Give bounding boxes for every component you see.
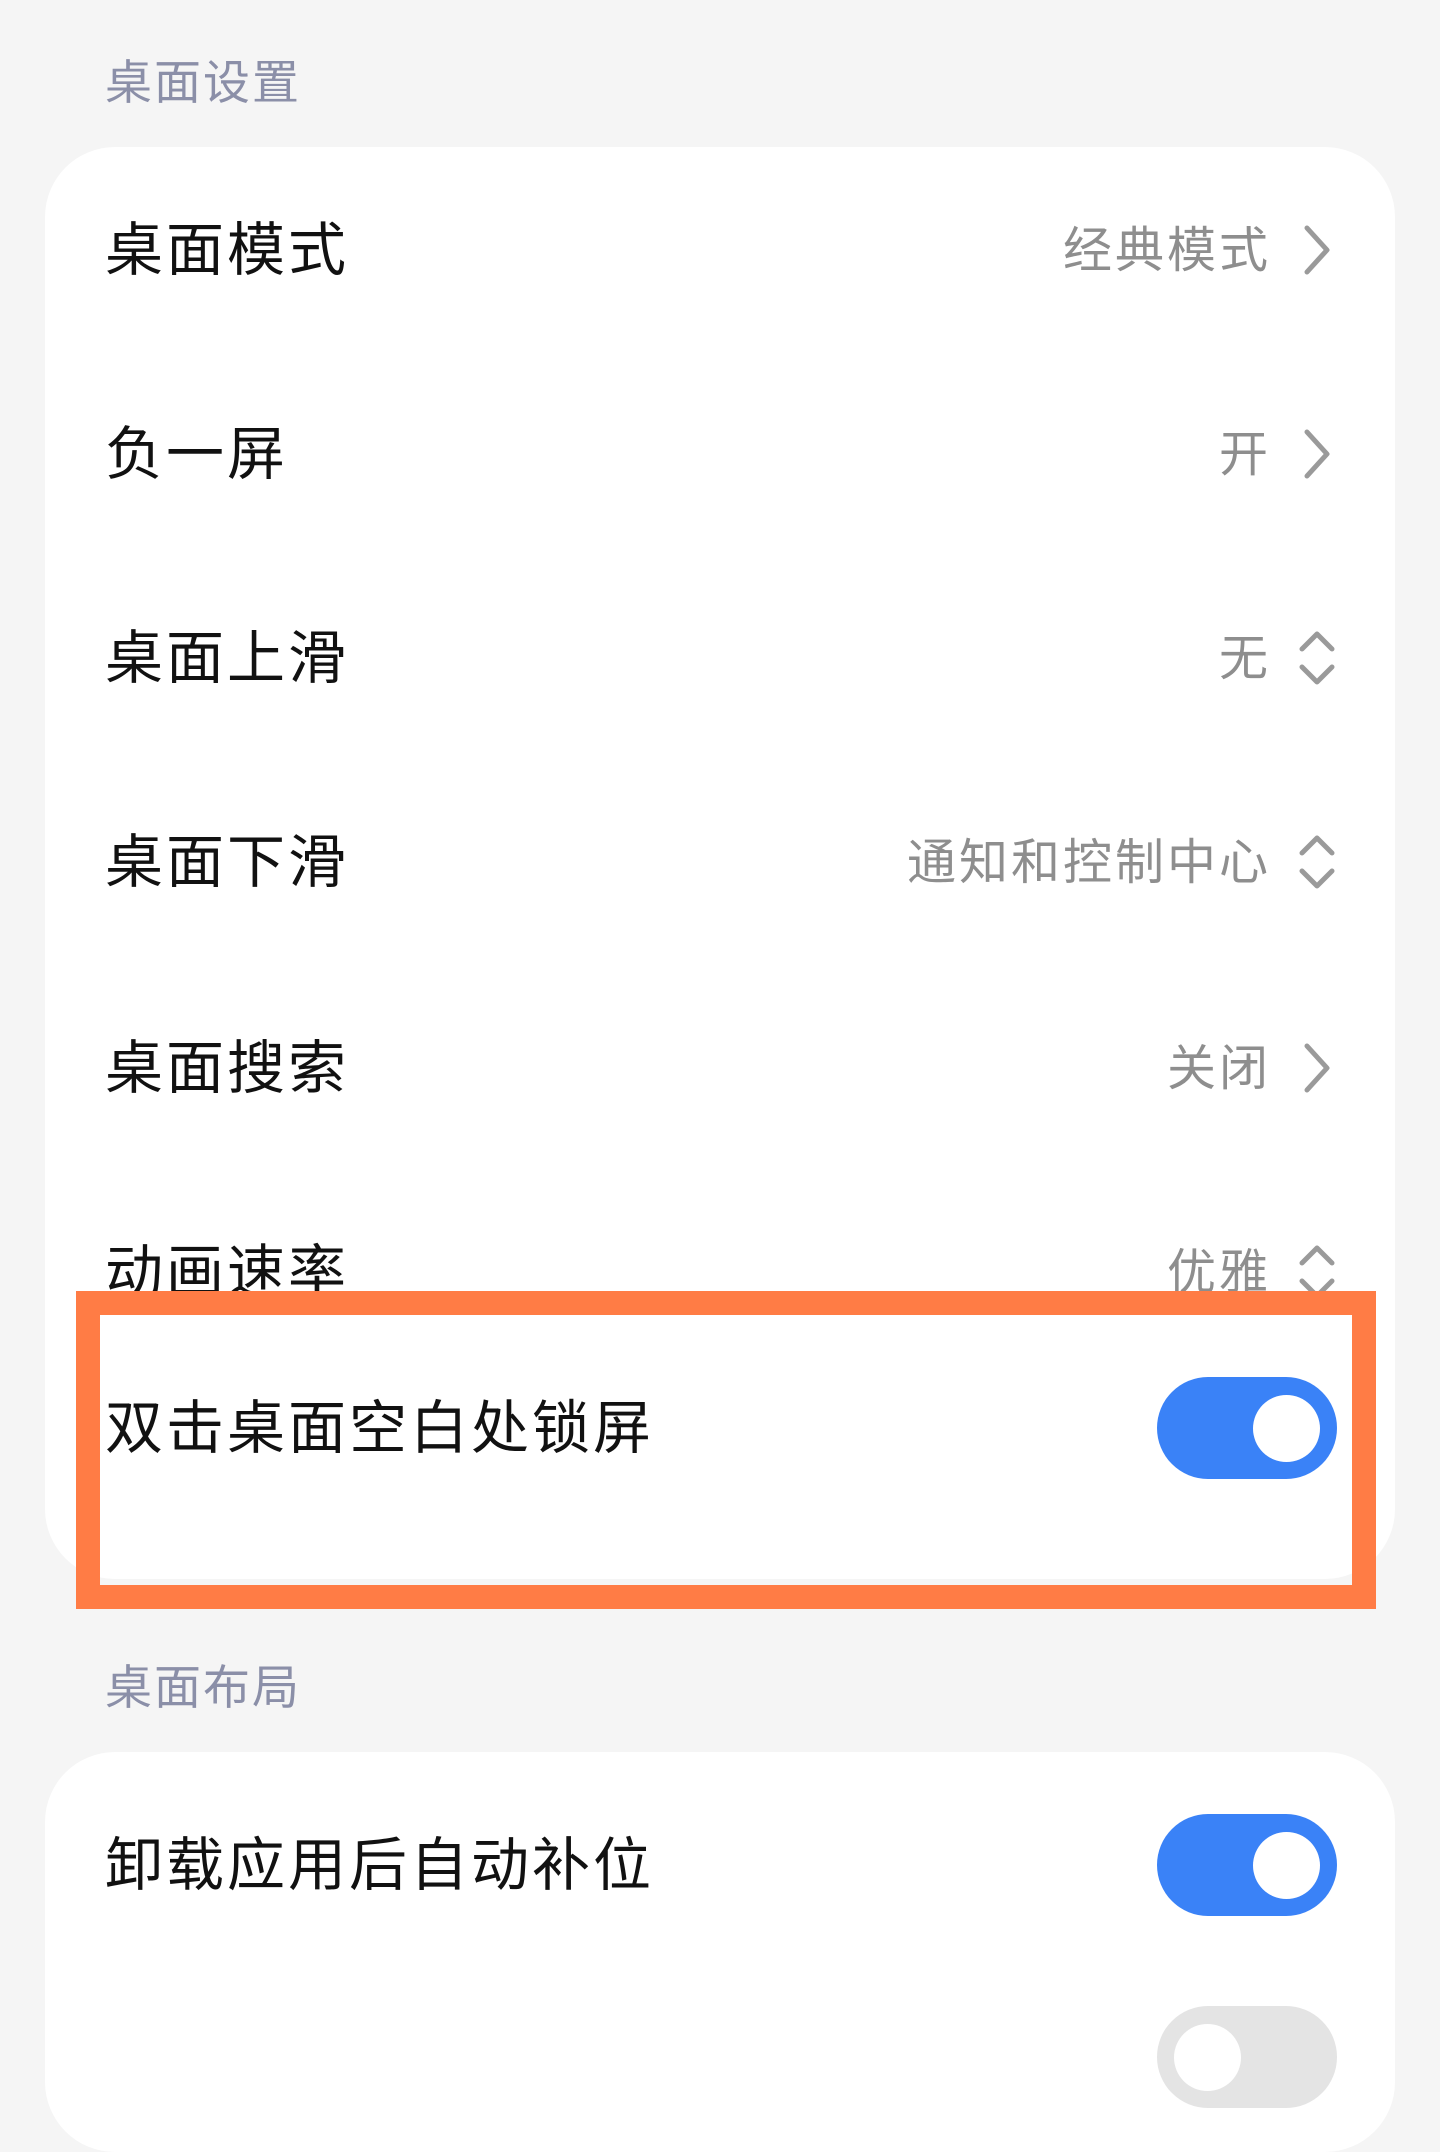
animation-speed-label: 动画速率 bbox=[105, 1238, 350, 1306]
chevron-up-down-icon bbox=[1297, 1241, 1337, 1303]
swipe-up-row[interactable]: 桌面上滑 无 bbox=[105, 613, 1337, 703]
chevron-up-down-icon bbox=[1297, 627, 1337, 689]
swipe-up-label: 桌面上滑 bbox=[105, 624, 350, 692]
toggle-knob bbox=[1253, 1395, 1320, 1462]
desktop-search-right: 关闭 bbox=[1167, 1042, 1337, 1094]
desktop-mode-right: 经典模式 bbox=[1063, 224, 1337, 276]
chevron-up-down-icon bbox=[1297, 831, 1337, 893]
minus-one-screen-row[interactable]: 负一屏 开 bbox=[105, 409, 1337, 499]
desktop-search-value: 关闭 bbox=[1166, 1039, 1271, 1097]
desktop-mode-label: 桌面模式 bbox=[105, 216, 350, 284]
animation-speed-right: 优雅 bbox=[1167, 1241, 1337, 1303]
next-item-row[interactable] bbox=[105, 2002, 1337, 2112]
swipe-down-right: 通知和控制中心 bbox=[907, 831, 1337, 893]
chevron-right-icon bbox=[1297, 1042, 1337, 1094]
desktop-layout-card: 卸载应用后自动补位 bbox=[45, 1752, 1395, 2152]
minus-one-screen-label: 负一屏 bbox=[105, 420, 289, 488]
section-title-desktop-layout: 桌面布局 bbox=[105, 1661, 301, 1716]
animation-speed-value: 优雅 bbox=[1166, 1243, 1271, 1301]
auto-fill-label: 卸载应用后自动补位 bbox=[105, 1831, 655, 1899]
swipe-down-row[interactable]: 桌面下滑 通知和控制中心 bbox=[105, 817, 1337, 907]
double-tap-lock-toggle[interactable] bbox=[1157, 1377, 1337, 1479]
desktop-search-label: 桌面搜索 bbox=[105, 1034, 350, 1102]
toggle-knob bbox=[1174, 2024, 1241, 2091]
animation-speed-row[interactable]: 动画速率 优雅 bbox=[105, 1227, 1337, 1317]
minus-one-screen-value: 开 bbox=[1218, 425, 1271, 483]
desktop-settings-card: 桌面模式 经典模式 负一屏 开 桌面上滑 无 桌面下滑 通知和控制中心 桌面搜索… bbox=[45, 147, 1395, 1579]
swipe-down-value: 通知和控制中心 bbox=[906, 833, 1271, 891]
next-item-toggle[interactable] bbox=[1157, 2006, 1337, 2108]
double-tap-lock-label: 双击桌面空白处锁屏 bbox=[105, 1394, 655, 1462]
swipe-up-value: 无 bbox=[1218, 629, 1271, 687]
section-title-desktop-settings: 桌面设置 bbox=[105, 56, 301, 111]
auto-fill-toggle[interactable] bbox=[1157, 1814, 1337, 1916]
desktop-search-row[interactable]: 桌面搜索 关闭 bbox=[105, 1023, 1337, 1113]
double-tap-lock-row[interactable]: 双击桌面空白处锁屏 bbox=[105, 1373, 1337, 1483]
desktop-mode-row[interactable]: 桌面模式 经典模式 bbox=[105, 205, 1337, 295]
minus-one-screen-right: 开 bbox=[1219, 428, 1337, 480]
desktop-mode-value: 经典模式 bbox=[1062, 221, 1271, 279]
swipe-down-label: 桌面下滑 bbox=[105, 828, 350, 896]
toggle-knob bbox=[1253, 1832, 1320, 1899]
swipe-up-right: 无 bbox=[1219, 627, 1337, 689]
auto-fill-row[interactable]: 卸载应用后自动补位 bbox=[105, 1810, 1337, 1920]
chevron-right-icon bbox=[1297, 428, 1337, 480]
chevron-right-icon bbox=[1297, 224, 1337, 276]
